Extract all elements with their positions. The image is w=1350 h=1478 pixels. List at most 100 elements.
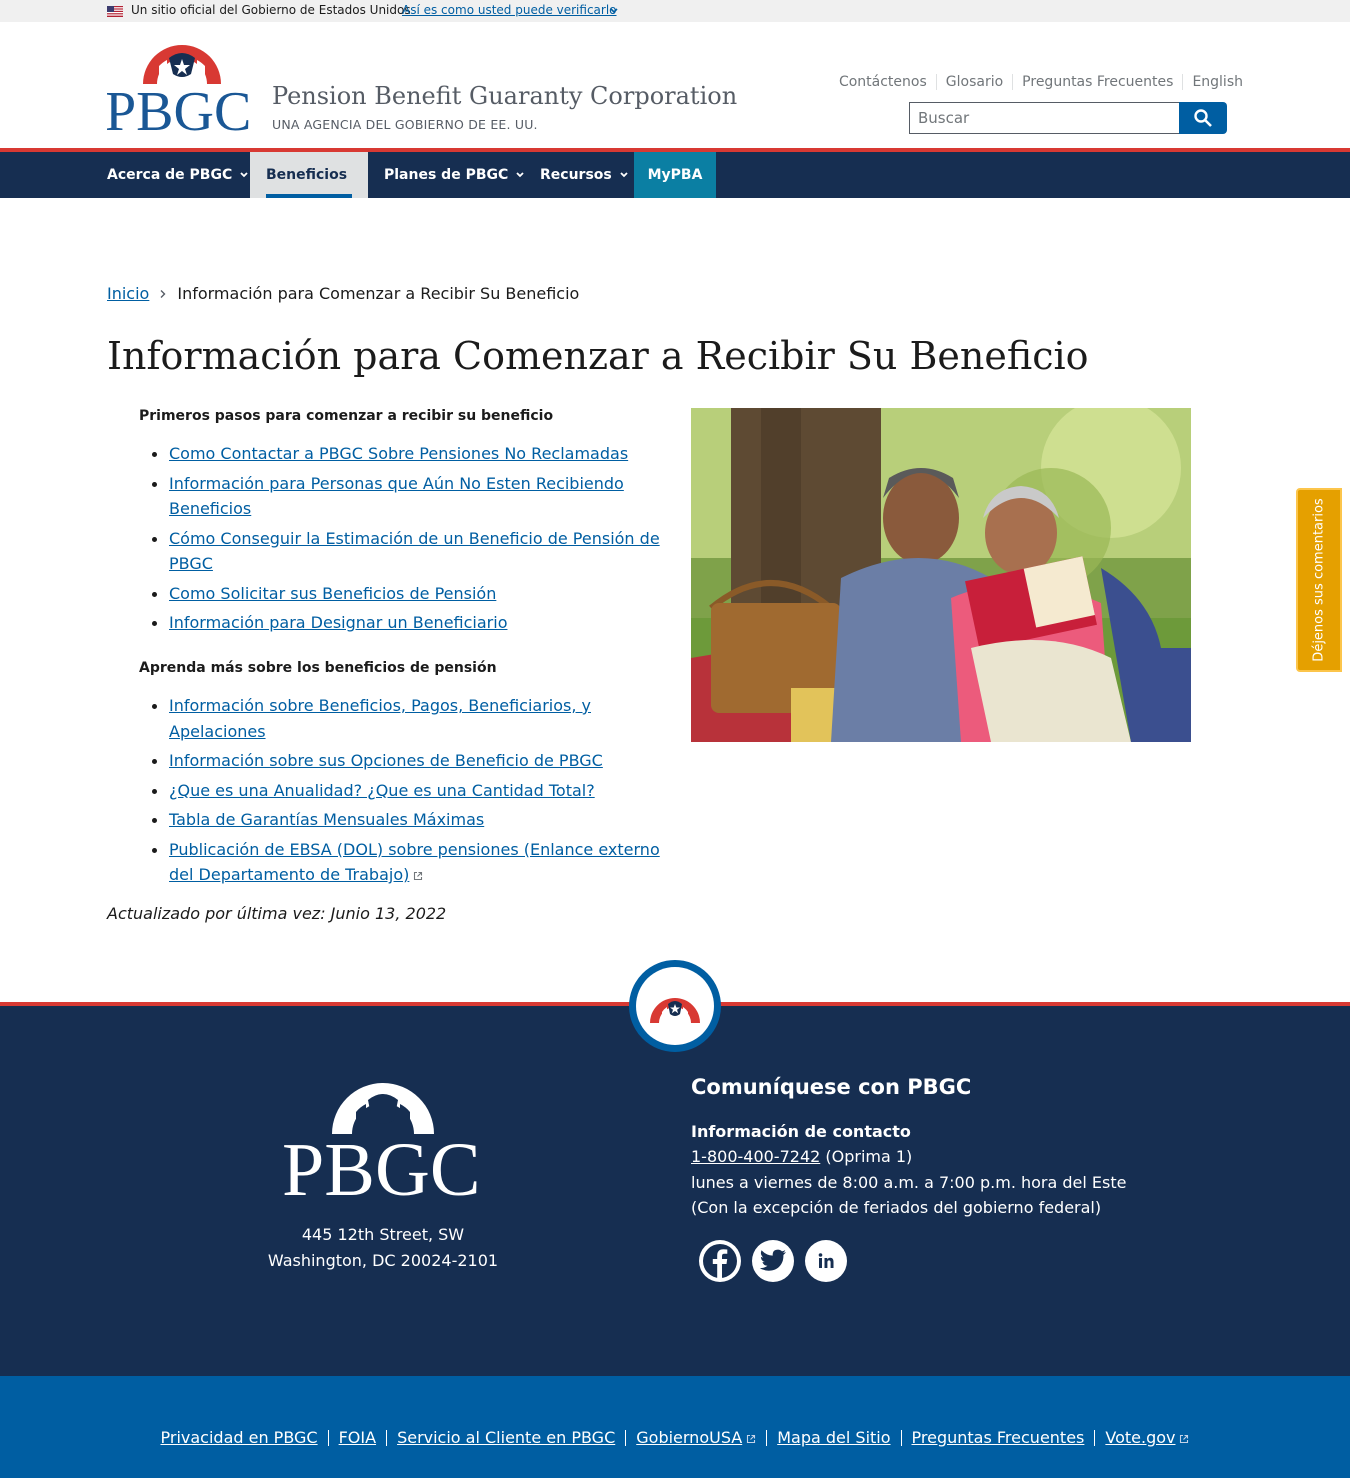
- list-item: Como Solicitar sus Beneficios de Pensión: [152, 581, 674, 607]
- chevron-down-icon: [240, 172, 248, 178]
- linkedin-icon: [818, 1253, 834, 1268]
- phone-note: (Oprima 1): [820, 1147, 913, 1166]
- site-title[interactable]: Pension Benefit Guaranty Corporation: [272, 82, 737, 110]
- link-tabla-garantias[interactable]: Tabla de Garantías Mensuales Máximas: [169, 810, 484, 829]
- utility-links: Contáctenos Glosario Preguntas Frecuente…: [830, 74, 1243, 90]
- pbgc-arch-icon: [650, 998, 700, 1023]
- last-updated: Actualizado por última vez: Junio 13, 20…: [107, 904, 447, 923]
- list-item: ¿Que es una Anualidad? ¿Que es una Canti…: [152, 778, 674, 804]
- logo-arch-icon: [143, 45, 221, 84]
- link-beneficios-pagos[interactable]: Información sobre Beneficios, Pagos, Ben…: [169, 696, 591, 741]
- link-list-primeros-pasos: Como Contactar a PBGC Sobre Pensiones No…: [152, 441, 674, 640]
- list-item: Cómo Conseguir la Estimación de un Benef…: [152, 526, 674, 577]
- list-item: Información sobre sus Opciones de Benefi…: [152, 748, 674, 774]
- link-estimacion-beneficio[interactable]: Cómo Conseguir la Estimación de un Benef…: [169, 529, 660, 574]
- footer: [0, 1006, 1350, 1376]
- nav-item-acerca[interactable]: Acerca de PBGC: [107, 152, 249, 198]
- contact-title: Comuníquese con PBGC: [691, 1075, 972, 1099]
- footer-badge: [629, 960, 721, 1052]
- footer-pbgc-logo: PBGC: [282, 1083, 481, 1198]
- footer-address-line2: Washington, DC 20024-2101: [267, 1251, 499, 1270]
- couple-picnic-photo: [691, 408, 1191, 742]
- search-icon: [1194, 109, 1212, 127]
- footer-logo-arch-icon: [332, 1083, 434, 1134]
- breadcrumb: Inicio Información para Comenzar a Recib…: [107, 284, 579, 303]
- nav-item-label: Beneficios: [266, 167, 348, 183]
- link-opciones-beneficio[interactable]: Información sobre sus Opciones de Benefi…: [169, 751, 603, 770]
- nav-item-label: Planes de PBGC: [384, 167, 509, 183]
- footer-address-line1: 445 12th Street, SW: [301, 1225, 465, 1244]
- footer-link-servicio-cliente[interactable]: Servicio al Cliente en PBGC: [386, 1430, 625, 1446]
- phone-link[interactable]: 1-800-400-7242: [691, 1147, 820, 1166]
- nav-item-recursos[interactable]: Recursos: [540, 152, 629, 198]
- footer-link-label: GobiernoUSA: [636, 1428, 743, 1447]
- list-item: Información sobre Beneficios, Pagos, Ben…: [152, 693, 674, 744]
- verify-link[interactable]: Así es como usted puede verificarlo: [402, 3, 617, 17]
- facebook-button[interactable]: [699, 1240, 741, 1282]
- nav-item-label: Recursos: [540, 167, 612, 183]
- pbgc-logo[interactable]: PBGC: [107, 40, 257, 132]
- main-nav: Acerca de PBGC Beneficios Planes de PBGC…: [0, 152, 1350, 198]
- list-item: Como Contactar a PBGC Sobre Pensiones No…: [152, 441, 674, 467]
- contact-label: Información de contacto: [691, 1122, 911, 1141]
- facebook-icon: [703, 1244, 737, 1278]
- search-input[interactable]: [909, 102, 1180, 134]
- footer-link-gobiernousa[interactable]: GobiernoUSA: [625, 1430, 766, 1446]
- linkedin-button[interactable]: [805, 1240, 847, 1282]
- util-link-contactenos[interactable]: Contáctenos: [830, 74, 936, 90]
- nav-item-label: Acerca de PBGC: [107, 167, 233, 183]
- nav-item-beneficios[interactable]: Beneficios: [250, 152, 368, 198]
- us-flag-icon: [107, 6, 123, 17]
- external-link-icon: [1180, 1434, 1189, 1443]
- chevron-down-icon: [516, 172, 524, 178]
- feedback-tab-label: Déjenos sus comentarios: [1311, 498, 1327, 662]
- page-title: Información para Comenzar a Recibir Su B…: [107, 334, 1089, 378]
- list-item: Información para Designar un Beneficiari…: [152, 610, 674, 636]
- contact-phone-line: 1-800-400-7242 (Oprima 1): [691, 1147, 912, 1166]
- util-link-english[interactable]: English: [1182, 74, 1243, 90]
- footer-bottom: [0, 1376, 1350, 1478]
- logo-text: PBGC: [107, 81, 251, 132]
- list-item: Publicación de EBSA (DOL) sobre pensione…: [152, 837, 674, 888]
- breadcrumb-current: Información para Comenzar a Recibir Su B…: [177, 284, 580, 303]
- link-personas-no-recibiendo[interactable]: Información para Personas que Aún No Est…: [169, 474, 624, 519]
- link-solicitar-beneficios[interactable]: Como Solicitar sus Beneficios de Pensión: [169, 584, 496, 603]
- chevron-down-icon: [620, 172, 628, 178]
- link-list-aprenda-mas: Información sobre Beneficios, Pagos, Ben…: [152, 693, 674, 892]
- external-link-icon: [747, 1434, 756, 1443]
- search-button[interactable]: [1179, 102, 1227, 134]
- link-anualidad[interactable]: ¿Que es una Anualidad? ¿Que es una Canti…: [169, 781, 595, 800]
- chevron-right-icon: [160, 289, 166, 298]
- external-link-icon: [414, 871, 423, 880]
- site-subtitle: UNA AGENCIA DEL GOBIERNO DE EE. UU.: [272, 117, 538, 132]
- footer-link-privacidad[interactable]: Privacidad en PBGC: [151, 1430, 328, 1446]
- nav-item-mypba[interactable]: MyPBA: [634, 152, 716, 198]
- nav-item-label: MyPBA: [647, 167, 703, 183]
- footer-link-label: Vote.gov: [1105, 1428, 1176, 1447]
- twitter-icon: [759, 1249, 786, 1271]
- nav-item-planes[interactable]: Planes de PBGC: [384, 152, 525, 198]
- feedback-tab[interactable]: Déjenos sus comentarios: [1296, 488, 1342, 672]
- link-pensiones-no-reclamadas[interactable]: Como Contactar a PBGC Sobre Pensiones No…: [169, 444, 628, 463]
- footer-bottom-links: Privacidad en PBGC FOIA Servicio al Clie…: [0, 1430, 1350, 1446]
- site-header: PBGC Pension Benefit Guaranty Corporatio…: [0, 22, 1350, 148]
- official-site-text: Un sitio oficial del Gobierno de Estados…: [131, 3, 411, 17]
- chevron-down-icon[interactable]: [609, 5, 619, 17]
- contact-holidays: (Con la excepción de feriados del gobier…: [691, 1198, 1102, 1217]
- link-designar-beneficiario[interactable]: Información para Designar un Beneficiari…: [169, 613, 507, 632]
- breadcrumb-home-link[interactable]: Inicio: [107, 284, 149, 303]
- section-heading-primeros-pasos: Primeros pasos para comenzar a recibir s…: [139, 408, 554, 424]
- util-link-glosario[interactable]: Glosario: [935, 74, 1012, 90]
- footer-link-faq[interactable]: Preguntas Frecuentes: [900, 1430, 1095, 1446]
- gov-banner: Un sitio oficial del Gobierno de Estados…: [0, 0, 1350, 22]
- footer-logo-text: PBGC: [282, 1128, 481, 1198]
- footer-link-mapa[interactable]: Mapa del Sitio: [766, 1430, 900, 1446]
- util-link-faq[interactable]: Preguntas Frecuentes: [1012, 74, 1182, 90]
- twitter-button[interactable]: [752, 1240, 794, 1282]
- list-item: Tabla de Garantías Mensuales Máximas: [152, 807, 674, 833]
- contact-hours: lunes a viernes de 8:00 a.m. a 7:00 p.m.…: [691, 1173, 1127, 1192]
- footer-link-vote[interactable]: Vote.gov: [1094, 1430, 1199, 1446]
- section-heading-aprenda-mas: Aprenda más sobre los beneficios de pens…: [139, 660, 497, 676]
- footer-link-foia[interactable]: FOIA: [327, 1430, 386, 1446]
- list-item: Información para Personas que Aún No Est…: [152, 471, 674, 522]
